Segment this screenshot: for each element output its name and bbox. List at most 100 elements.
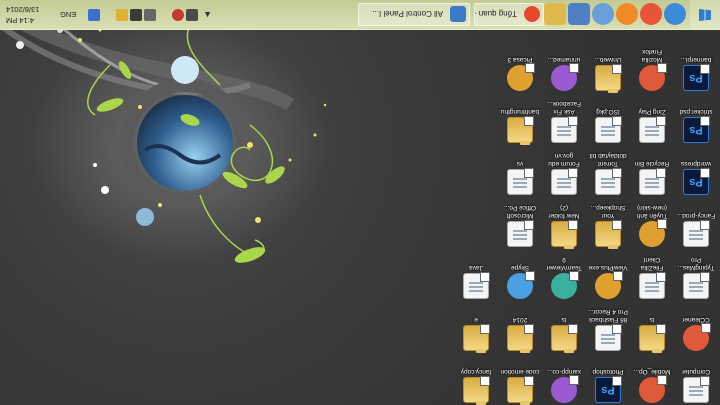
- photoshop-file-icon: [683, 64, 710, 91]
- app-icon: [463, 272, 490, 299]
- desktop-icon-label: vs: [516, 160, 524, 167]
- volume-icon[interactable]: [144, 9, 156, 21]
- desktop-icon[interactable]: Java: [456, 247, 496, 299]
- language-indicator[interactable]: ENG: [60, 10, 76, 19]
- desktop-icon[interactable]: ISO.pkg: [588, 91, 628, 143]
- shortcut-arrow-icon: [700, 116, 710, 126]
- desktop-icon-label: ts: [649, 316, 655, 323]
- desktop-icon[interactable]: Recycle Bin: [632, 143, 672, 195]
- desktop-icon[interactable]: e: [456, 299, 496, 351]
- desktop-icon[interactable]: CCleaner: [676, 299, 716, 351]
- taskbar-task-chrome[interactable]: Tổng quan - Goo...: [474, 3, 544, 26]
- desktop-icon-label: 2014: [512, 316, 528, 323]
- word-icon[interactable]: [568, 3, 590, 25]
- desktop-icon[interactable]: TeamViewer 9: [544, 247, 584, 299]
- desktop-icon[interactable]: Forum edu gov.vn: [544, 143, 584, 195]
- desktop-icon[interactable]: Skype: [500, 247, 540, 299]
- desktop-icon[interactable]: Microsoft Office Po...: [500, 195, 540, 247]
- shortcut-arrow-icon: [525, 63, 535, 73]
- folder-icon: [551, 324, 578, 351]
- desktop-icon[interactable]: Photoshop: [588, 351, 628, 403]
- desktop-icon[interactable]: Fancy-prod...: [676, 195, 716, 247]
- shortcut-arrow-icon: [612, 168, 622, 178]
- desktop-icon-label: xampp-co...: [547, 368, 581, 375]
- desktop-icon[interactable]: Zing Play: [632, 91, 672, 143]
- power-icon[interactable]: [130, 9, 142, 21]
- shortcut-arrow-icon: [568, 168, 578, 178]
- desktop-icon[interactable]: Mozilla Firefox: [632, 39, 672, 91]
- folder-icon: [463, 376, 490, 403]
- desktop-icon[interactable]: fancy.copy: [456, 351, 496, 403]
- shortcut-arrow-icon: [480, 272, 490, 282]
- desktop-icon[interactable]: unnamed...: [544, 39, 584, 91]
- shortcut-arrow-icon: [568, 324, 578, 334]
- app-icon: [595, 271, 623, 299]
- taskbar-task-control-panel[interactable]: All Control Panel I...: [358, 3, 470, 26]
- desktop-icon[interactable]: Your Shopkeep...: [588, 195, 628, 247]
- desktop-icon[interactable]: New folder (2): [544, 195, 584, 247]
- desktop-icon[interactable]: stricker.psd: [676, 91, 716, 143]
- chrome-icon[interactable]: [640, 3, 662, 25]
- shortcut-arrow-icon: [613, 271, 623, 281]
- clock[interactable]: 4:14 PM 13/8/2014: [6, 4, 56, 26]
- desktop-icon[interactable]: Computer: [676, 351, 716, 403]
- shortcut-arrow-icon: [700, 376, 710, 386]
- desktop-icon[interactable]: Tuyển ảnh (new-skin): [632, 195, 672, 247]
- flag-icon[interactable]: [116, 9, 128, 21]
- desktop-icon-label: code emotion: [500, 368, 540, 375]
- folder-icon: [507, 116, 534, 143]
- desktop-icon[interactable]: Uniweb...: [588, 39, 628, 91]
- desktop-icon[interactable]: banhtrungthu: [500, 91, 540, 143]
- network-icon[interactable]: [186, 9, 198, 21]
- tray-expand-icon[interactable]: ▲: [200, 9, 212, 21]
- desktop-icon[interactable]: Mobile_Op...: [632, 351, 672, 403]
- explorer-icon[interactable]: [544, 3, 566, 25]
- start-button[interactable]: [690, 0, 720, 29]
- desktop-icon[interactable]: FileZilla Client: [632, 247, 672, 299]
- firefox-icon[interactable]: [616, 3, 638, 25]
- shortcut-arrow-icon: [569, 271, 579, 281]
- desktop-icon[interactable]: Picasa 3: [500, 39, 540, 91]
- desktop-icon[interactable]: code emotion: [500, 351, 540, 403]
- app-icon: [595, 324, 622, 351]
- desktop-icon-label: stricker.psd: [679, 108, 713, 115]
- desktop-icon-label: Recycle Bin: [634, 160, 670, 167]
- desktop-icon[interactable]: TypingMas... Pro: [676, 247, 716, 299]
- folder-icon: [595, 64, 622, 91]
- shortcut-arrow-icon: [569, 375, 579, 385]
- desktop-icon-label: CCleaner: [682, 316, 710, 323]
- app-icon: [595, 116, 622, 143]
- shortcut-arrow-icon: [612, 220, 622, 230]
- shortcut-arrow-icon: [657, 63, 667, 73]
- task-label: All Control Panel I...: [372, 9, 443, 18]
- ie-icon[interactable]: [664, 3, 686, 25]
- desktop-icon-label: FileZilla Client: [640, 256, 664, 272]
- desktop-icon[interactable]: bannerpl...: [676, 39, 716, 91]
- app-icon: [551, 116, 578, 143]
- shortcut-arrow-icon: [657, 375, 667, 385]
- desktop-icon[interactable]: ts: [544, 299, 584, 351]
- app-icon: [639, 63, 667, 91]
- desktop-icon[interactable]: vs: [500, 143, 540, 195]
- desktop-icon-label: bannerpl...: [680, 56, 712, 63]
- desktop-icon[interactable]: ViewPlus.exe: [588, 247, 628, 299]
- desktop-icon[interactable]: xampp-co...: [544, 351, 584, 403]
- desktop-icon[interactable]: 88 Flashback Pro 4 Recor...: [588, 299, 628, 351]
- unikey-icon[interactable]: [88, 9, 100, 21]
- desktop-icon-label: Tuyển ảnh (new-skin): [636, 204, 668, 220]
- desktop-icon[interactable]: ts: [632, 299, 672, 351]
- desktop-icon-label: unnamed...: [547, 56, 581, 63]
- shortcut-arrow-icon: [480, 324, 490, 334]
- app-icon: [683, 376, 710, 403]
- app-icon: [683, 220, 710, 247]
- task-label: Tổng quan - Goo...: [474, 9, 517, 18]
- paint-icon[interactable]: [592, 3, 614, 25]
- shortcut-arrow-icon: [656, 272, 666, 282]
- desktop-icon[interactable]: wordpress: [676, 143, 716, 195]
- folder-icon: [463, 324, 490, 351]
- desktop-icon[interactable]: Torrent dotdaytab bit: [588, 143, 628, 195]
- desktop-icon[interactable]: 2014: [500, 299, 540, 351]
- security-icon[interactable]: [172, 9, 184, 21]
- desktop-icon[interactable]: Ask Fix Facebook...: [544, 91, 584, 143]
- folder-icon: [507, 376, 534, 403]
